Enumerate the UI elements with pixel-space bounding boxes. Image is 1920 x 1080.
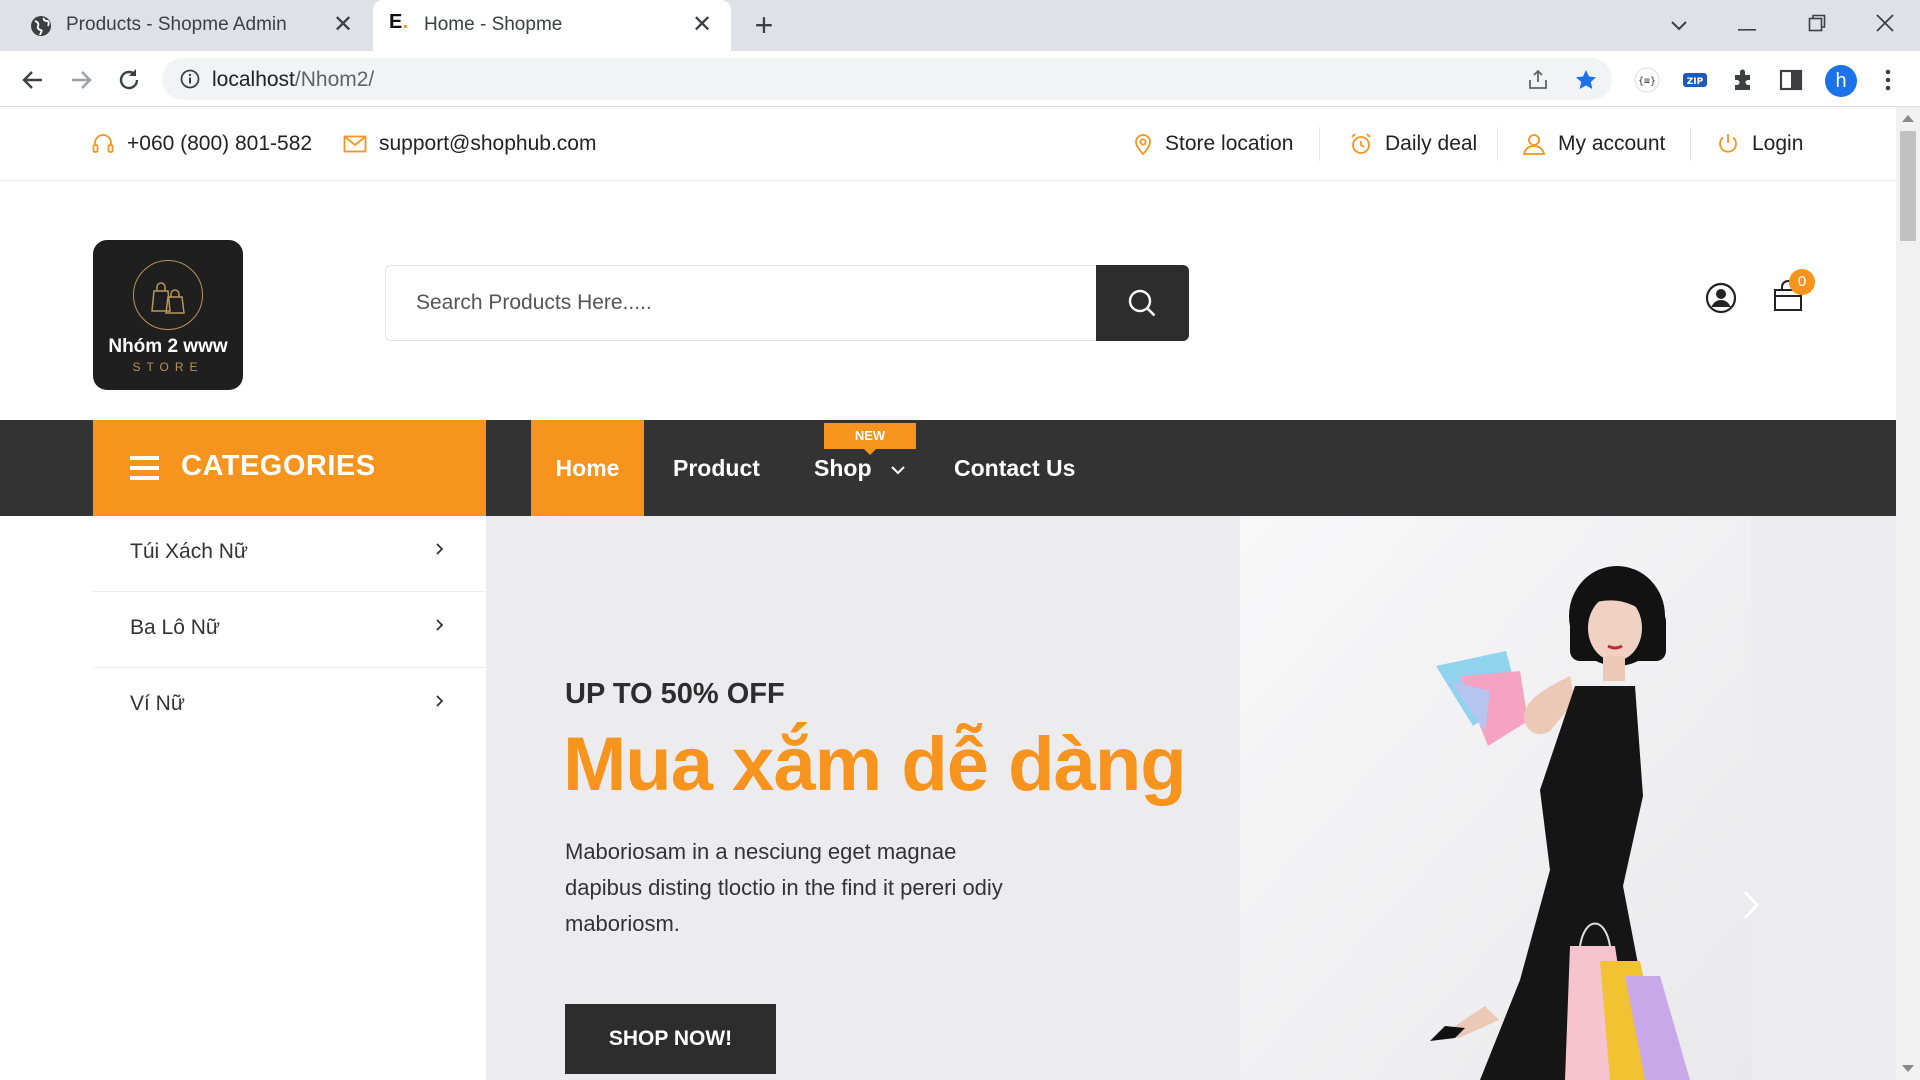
tab-search-chevron-icon[interactable] bbox=[1659, 10, 1699, 40]
category-item[interactable]: Túi Xách Nữ bbox=[93, 516, 486, 592]
share-icon[interactable] bbox=[1526, 68, 1550, 92]
hero-eyebrow: UP TO 50% OFF bbox=[565, 678, 785, 710]
daily-deal-label: Daily deal bbox=[1385, 132, 1478, 155]
zip-extension-icon[interactable]: ZIP bbox=[1682, 67, 1708, 93]
tab-title: Products - Shopme Admin bbox=[66, 14, 287, 35]
browser-tabstrip: Products - Shopme Admin ✕ E. Home - Shop… bbox=[0, 0, 1920, 51]
search-icon bbox=[1128, 289, 1156, 317]
cart-count-badge: 0 bbox=[1789, 269, 1815, 295]
divider bbox=[1319, 127, 1320, 161]
tab-products-admin[interactable]: Products - Shopme Admin ✕ bbox=[0, 0, 368, 51]
globe-icon bbox=[31, 16, 51, 36]
store-location-label: Store location bbox=[1165, 132, 1294, 155]
restore-icon[interactable] bbox=[1797, 10, 1837, 40]
map-pin-icon bbox=[1135, 134, 1151, 156]
my-account-label: My account bbox=[1558, 132, 1666, 155]
store-location-link[interactable]: Store location bbox=[1133, 129, 1293, 159]
category-item[interactable]: Ba Lô Nữ bbox=[93, 592, 486, 668]
power-icon bbox=[1719, 134, 1737, 153]
chevron-down-icon bbox=[891, 466, 905, 475]
back-arrow-icon[interactable] bbox=[16, 63, 50, 97]
daily-deal-link[interactable]: Daily deal bbox=[1349, 129, 1477, 159]
categories-label: CATEGORIES bbox=[181, 450, 376, 482]
category-label: Ví Nữ bbox=[130, 692, 185, 715]
menu-kebab-icon[interactable] bbox=[1878, 65, 1898, 95]
slider-next-arrow-icon[interactable] bbox=[1741, 888, 1761, 922]
account-circle-icon[interactable] bbox=[1705, 282, 1737, 314]
reload-icon[interactable] bbox=[112, 63, 146, 97]
close-window-icon[interactable] bbox=[1865, 10, 1905, 40]
mail-icon bbox=[343, 135, 367, 153]
chevron-right-icon bbox=[436, 543, 444, 555]
logo-subtitle: STORE bbox=[132, 360, 204, 374]
categories-toggle[interactable]: CATEGORIES bbox=[93, 420, 486, 516]
chevron-right-icon bbox=[436, 695, 444, 707]
nav-product[interactable]: Product bbox=[673, 420, 760, 516]
category-sidebar: Túi Xách Nữ Ba Lô Nữ Ví Nữ bbox=[93, 516, 486, 1080]
profile-avatar[interactable]: h bbox=[1825, 65, 1857, 97]
hero-headline: Mua xắm dễ dàng bbox=[563, 722, 1187, 807]
nav-contact-us[interactable]: Contact Us bbox=[954, 420, 1075, 516]
scroll-down-arrow-icon[interactable] bbox=[1902, 1065, 1914, 1072]
nav-shop-label: Shop bbox=[814, 455, 872, 481]
site-logo[interactable]: Nhóm 2 www STORE bbox=[93, 240, 243, 390]
page-scrollbar[interactable] bbox=[1896, 107, 1920, 1080]
main-navbar: CATEGORIES Home Product Shop NEW Contact… bbox=[0, 420, 1896, 516]
info-icon[interactable] bbox=[180, 69, 200, 89]
nav-home[interactable]: Home bbox=[531, 420, 644, 516]
tab-title: Home - Shopme bbox=[424, 14, 563, 35]
hero-model-image bbox=[1240, 516, 1751, 1080]
side-panel-icon[interactable] bbox=[1778, 67, 1804, 93]
hero-slider: UP TO 50% OFF Mua xắm dễ dàng Maboriosam… bbox=[486, 516, 1896, 1080]
web-page: +060 (800) 801-582 support@shophub.com S… bbox=[0, 107, 1896, 1080]
new-tab-button[interactable]: + bbox=[748, 9, 780, 42]
alarm-clock-icon bbox=[1351, 133, 1371, 154]
scroll-up-arrow-icon[interactable] bbox=[1902, 115, 1914, 122]
scrollbar-thumb[interactable] bbox=[1900, 131, 1916, 241]
elementor-favicon-icon: E. bbox=[389, 11, 408, 33]
extensions-puzzle-icon[interactable] bbox=[1730, 67, 1756, 93]
login-link[interactable]: Login bbox=[1716, 129, 1803, 159]
phone-contact[interactable]: +060 (800) 801-582 bbox=[91, 129, 312, 159]
category-label: Ba Lô Nữ bbox=[130, 616, 220, 639]
forward-arrow-icon[interactable] bbox=[64, 63, 98, 97]
svg-text:ZIP: ZIP bbox=[1687, 77, 1704, 87]
top-info-bar: +060 (800) 801-582 support@shophub.com S… bbox=[0, 107, 1896, 181]
minimize-icon[interactable] bbox=[1727, 10, 1767, 40]
divider bbox=[1497, 127, 1498, 161]
login-label: Login bbox=[1752, 132, 1804, 155]
email-contact[interactable]: support@shophub.com bbox=[343, 129, 596, 159]
logo-name: Nhóm 2 www bbox=[108, 336, 228, 357]
hamburger-menu-icon bbox=[130, 456, 159, 480]
shopping-bags-icon bbox=[151, 282, 185, 314]
user-outline-icon bbox=[1522, 134, 1546, 155]
new-badge: NEW bbox=[824, 423, 916, 455]
category-item[interactable]: Ví Nữ bbox=[93, 668, 486, 744]
email-address: support@shophub.com bbox=[379, 132, 597, 155]
bookmark-star-icon[interactable] bbox=[1574, 68, 1598, 92]
search-input[interactable] bbox=[386, 266, 1096, 340]
chevron-right-icon bbox=[436, 619, 444, 631]
svg-text:{≡}: {≡} bbox=[1638, 76, 1656, 87]
headset-icon bbox=[92, 134, 114, 153]
phone-number: +060 (800) 801-582 bbox=[127, 132, 313, 155]
address-bar[interactable]: localhost/Nhom2/ bbox=[162, 58, 1612, 100]
tab-home-shopme[interactable]: E. Home - Shopme ✕ bbox=[373, 0, 731, 51]
browser-toolbar: localhost/Nhom2/ {≡} ZIP h bbox=[0, 51, 1920, 107]
close-icon[interactable]: ✕ bbox=[330, 12, 356, 38]
close-icon[interactable]: ✕ bbox=[689, 12, 715, 38]
hero-description: Maboriosam in a nesciung eget magnae dap… bbox=[565, 839, 1003, 936]
divider bbox=[1690, 127, 1691, 161]
product-search bbox=[385, 265, 1189, 341]
shop-now-button[interactable]: SHOP NOW! bbox=[565, 1004, 776, 1074]
json-extension-icon[interactable]: {≡} bbox=[1634, 67, 1660, 93]
search-button[interactable] bbox=[1096, 265, 1189, 341]
category-label: Túi Xách Nữ bbox=[130, 540, 248, 563]
logo-emblem bbox=[133, 260, 203, 330]
url-text: localhost/Nhom2/ bbox=[212, 68, 375, 91]
my-account-link[interactable]: My account bbox=[1522, 129, 1665, 159]
model-with-bags-illustration bbox=[1240, 516, 1751, 1080]
